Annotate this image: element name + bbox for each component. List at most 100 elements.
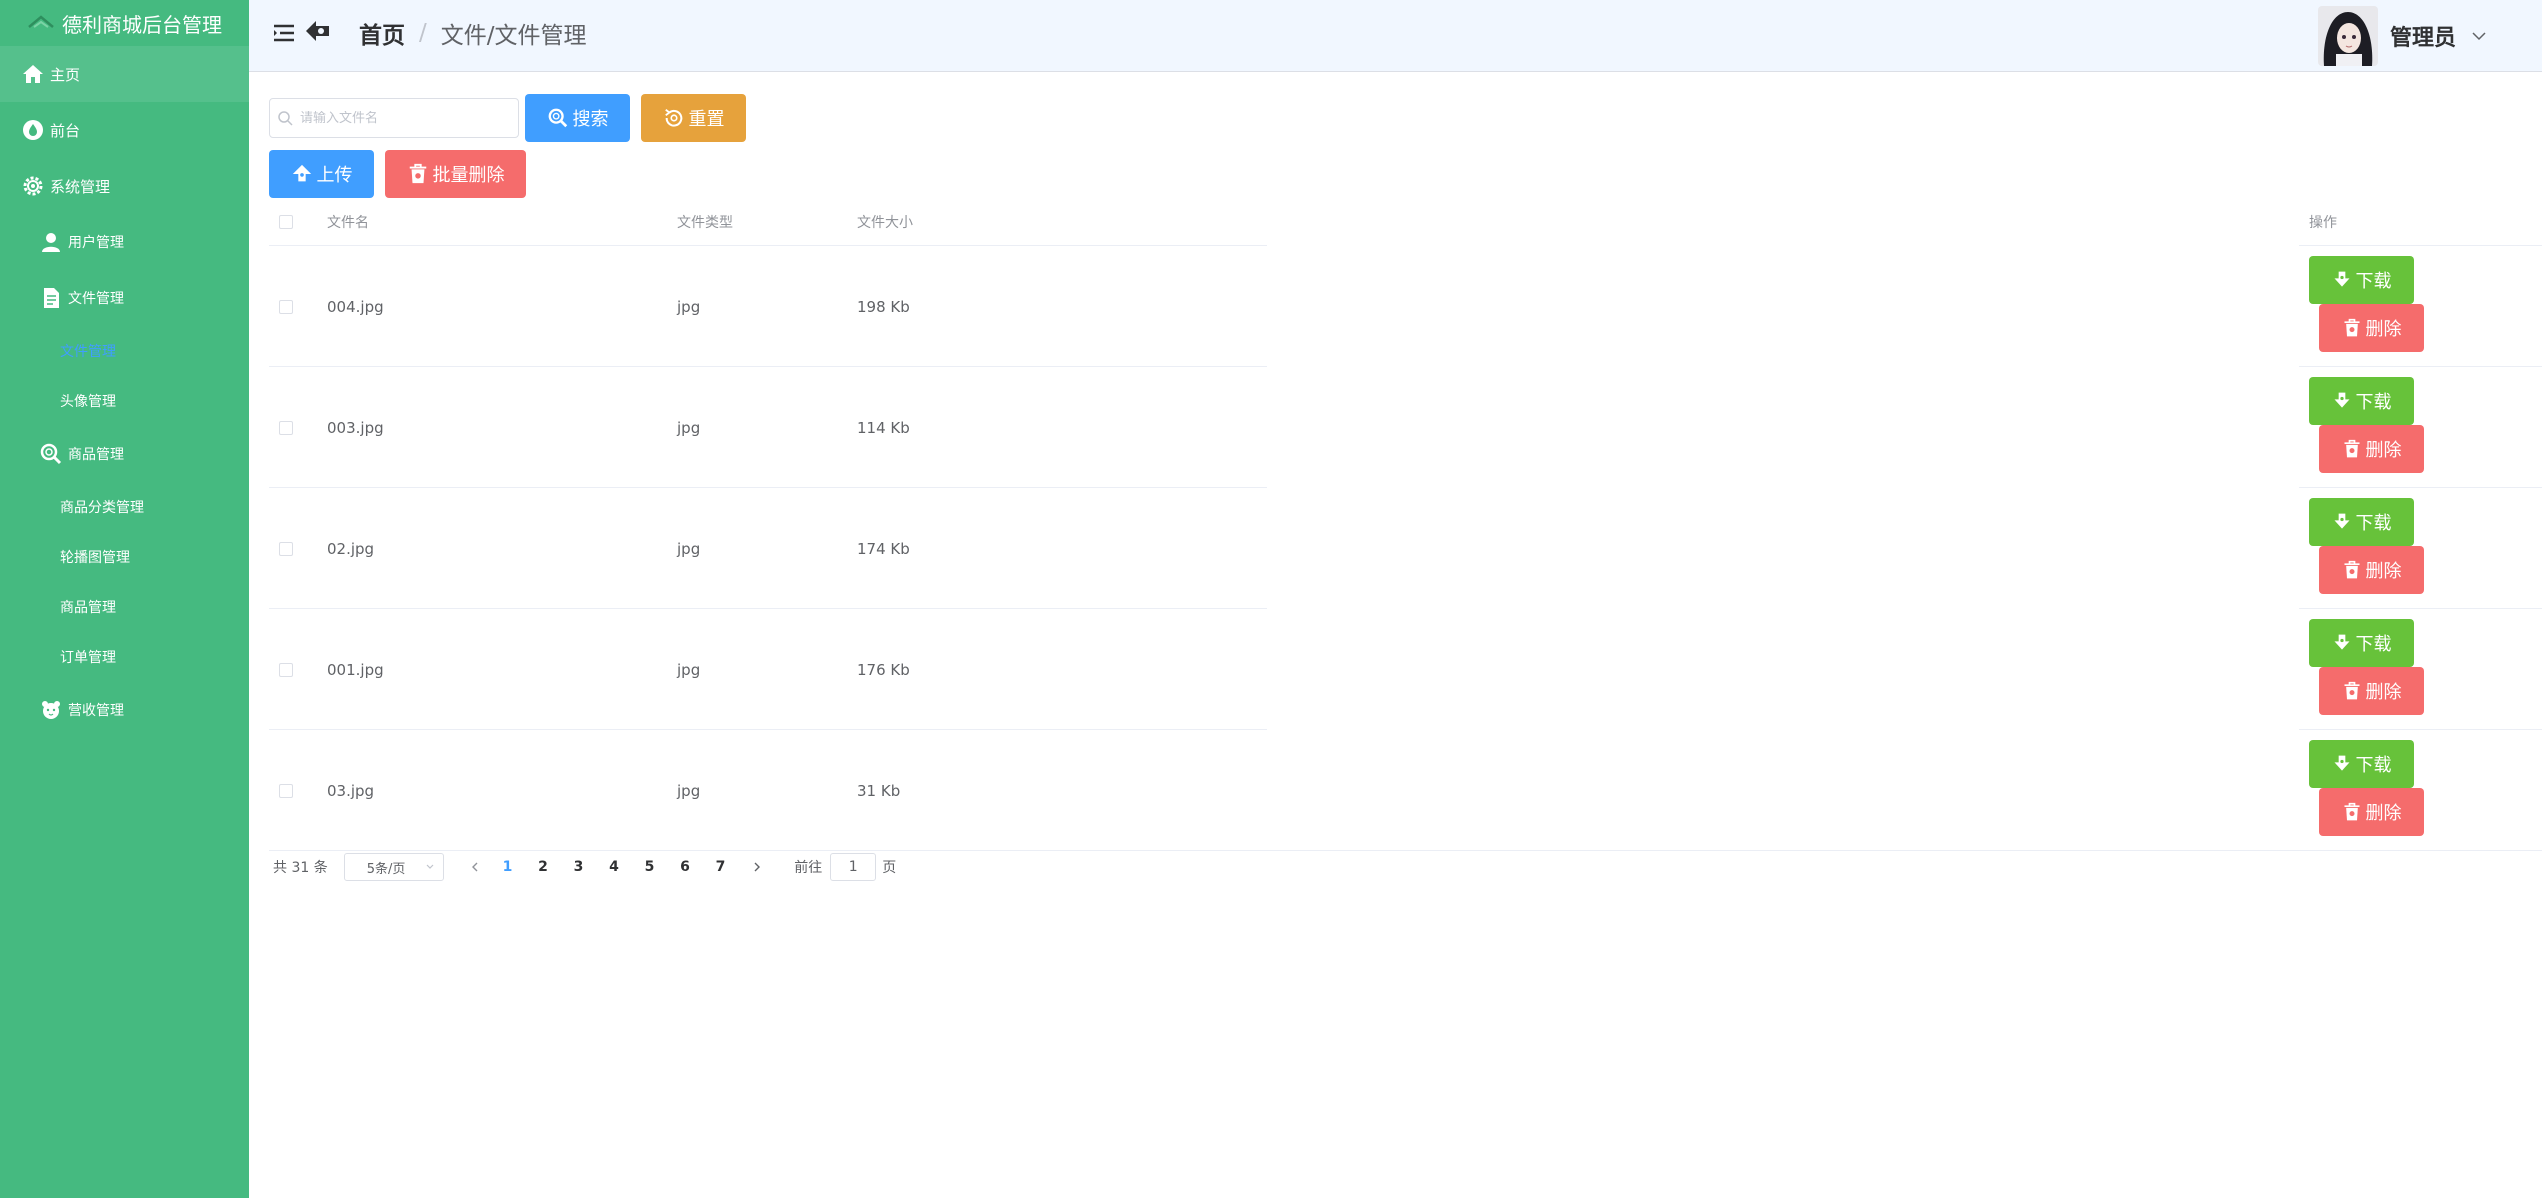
row-checkbox[interactable] bbox=[279, 662, 293, 677]
sidebar-item-avatar-management[interactable]: 头像管理 bbox=[0, 376, 249, 426]
file-size: 176 Kb bbox=[857, 660, 910, 679]
user-icon bbox=[38, 229, 64, 255]
column-header-type: 文件类型 bbox=[677, 215, 733, 231]
sidebar-item-files[interactable]: 文件管理 bbox=[0, 270, 249, 326]
page-6[interactable]: 6 bbox=[667, 859, 703, 875]
download-button[interactable]: 下载 bbox=[2309, 619, 2414, 667]
user-dropdown[interactable]: 管理员 bbox=[2302, 0, 2542, 72]
sidebar-item-goods[interactable]: 商品管理 bbox=[0, 426, 249, 482]
pagination: 共 31 条 5条/页 1 2 3 4 5 6 7 前往 1 页 bbox=[269, 852, 896, 882]
sidebar-item-label: 订单管理 bbox=[60, 650, 116, 666]
row-checkbox[interactable] bbox=[279, 299, 293, 314]
search-button[interactable]: 搜索 bbox=[525, 94, 630, 142]
page-4[interactable]: 4 bbox=[596, 859, 632, 875]
download-button[interactable]: 下载 bbox=[2309, 498, 2414, 546]
file-type: jpg bbox=[677, 781, 701, 800]
delete-button-label: 删除 bbox=[2365, 561, 2402, 582]
file-name: 003.jpg bbox=[327, 418, 384, 437]
select-all-checkbox[interactable] bbox=[279, 215, 293, 229]
sidebar-item-file-management[interactable]: 文件管理 bbox=[0, 326, 249, 376]
sidebar-item-revenue[interactable]: 营收管理 bbox=[0, 682, 249, 738]
row-checkbox[interactable] bbox=[279, 783, 293, 798]
chevron-left-icon bbox=[471, 862, 478, 872]
page-jump-input[interactable]: 1 bbox=[830, 853, 877, 881]
delete-button[interactable]: 删除 bbox=[2319, 788, 2424, 836]
row-checkbox[interactable] bbox=[279, 420, 293, 435]
reset-button[interactable]: 重置 bbox=[641, 94, 746, 142]
download-icon bbox=[2334, 513, 2349, 529]
download-button-label: 下载 bbox=[2355, 513, 2392, 534]
drop-icon bbox=[20, 117, 46, 143]
table-header: 文件名 文件类型 文件大小 操作 bbox=[269, 198, 2542, 246]
sidebar-item-home[interactable]: 主页 bbox=[0, 46, 249, 102]
sidebar-item-system[interactable]: 系统管理 bbox=[0, 158, 249, 214]
search-button-label: 搜索 bbox=[572, 109, 609, 129]
breadcrumb: 首页 / 文件/文件管理 bbox=[359, 16, 587, 50]
document-icon bbox=[38, 285, 64, 311]
table-row: 003.jpg jpg 114 Kb 下载 删除 bbox=[269, 367, 2542, 488]
sidebar-item-frontend[interactable]: 前台 bbox=[0, 102, 249, 158]
file-type: jpg bbox=[677, 418, 701, 437]
gear-icon bbox=[20, 173, 46, 199]
table-row: 03.jpg jpg 31 Kb 下载 删除 bbox=[269, 730, 2542, 851]
sidebar-item-goods-list[interactable]: 商品管理 bbox=[0, 582, 249, 632]
delete-button-label: 删除 bbox=[2365, 682, 2402, 703]
download-button[interactable]: 下载 bbox=[2309, 377, 2414, 425]
trash-icon bbox=[409, 163, 426, 184]
download-button-label: 下载 bbox=[2355, 392, 2392, 413]
search-text-field[interactable] bbox=[300, 110, 510, 126]
delete-button[interactable]: 删除 bbox=[2319, 667, 2424, 715]
page-7[interactable]: 7 bbox=[703, 859, 739, 875]
back-arrow-icon[interactable] bbox=[303, 16, 333, 46]
delete-button[interactable]: 删除 bbox=[2319, 546, 2424, 594]
sidebar-item-orders[interactable]: 订单管理 bbox=[0, 632, 249, 682]
sidebar-item-label: 用户管理 bbox=[68, 235, 124, 251]
sidebar-item-label: 前台 bbox=[50, 121, 81, 140]
sidebar-item-carousel[interactable]: 轮播图管理 bbox=[0, 532, 249, 582]
page-2[interactable]: 2 bbox=[525, 859, 561, 875]
avatar bbox=[2318, 6, 2378, 66]
trash-icon bbox=[2344, 802, 2359, 821]
prev-page-button[interactable] bbox=[460, 861, 490, 873]
file-type: jpg bbox=[677, 660, 701, 679]
goto-label: 前往 bbox=[794, 860, 823, 876]
delete-button[interactable]: 删除 bbox=[2319, 425, 2424, 473]
upload-button[interactable]: 上传 bbox=[269, 150, 374, 198]
page-3[interactable]: 3 bbox=[561, 859, 597, 875]
search-input[interactable] bbox=[269, 98, 519, 138]
page-size-select[interactable]: 5条/页 bbox=[343, 853, 444, 881]
sidebar-item-label: 系统管理 bbox=[50, 177, 111, 196]
download-button-label: 下载 bbox=[2355, 755, 2392, 776]
page-size-value: 5条/页 bbox=[366, 861, 406, 877]
batch-delete-button[interactable]: 批量删除 bbox=[385, 150, 526, 198]
chevron-right-icon bbox=[754, 862, 761, 872]
file-name: 004.jpg bbox=[327, 297, 384, 316]
column-header-size: 文件大小 bbox=[857, 215, 913, 231]
page-5[interactable]: 5 bbox=[632, 859, 668, 875]
sidebar-item-category[interactable]: 商品分类管理 bbox=[0, 482, 249, 532]
sidebar-item-label: 营收管理 bbox=[68, 703, 124, 719]
download-button-label: 下载 bbox=[2355, 634, 2392, 655]
row-checkbox[interactable] bbox=[279, 541, 293, 556]
page-1[interactable]: 1 bbox=[490, 859, 526, 875]
breadcrumb-separator: / bbox=[419, 20, 427, 46]
sidebar-item-label: 主页 bbox=[50, 65, 81, 84]
download-icon bbox=[2334, 755, 2349, 771]
download-button-label: 下载 bbox=[2355, 271, 2392, 292]
breadcrumb-home[interactable]: 首页 bbox=[359, 16, 405, 50]
download-button[interactable]: 下载 bbox=[2309, 256, 2414, 304]
download-button[interactable]: 下载 bbox=[2309, 740, 2414, 788]
trash-icon bbox=[2344, 439, 2359, 458]
search-icon bbox=[278, 111, 293, 126]
column-header-operation: 操作 bbox=[2309, 215, 2337, 231]
file-size: 174 Kb bbox=[857, 539, 910, 558]
sidebar-item-users[interactable]: 用户管理 bbox=[0, 214, 249, 270]
menu-collapse-icon[interactable] bbox=[271, 20, 297, 46]
download-icon bbox=[2334, 271, 2349, 287]
next-page-button[interactable] bbox=[742, 861, 772, 873]
main-content: 搜索 重置 上传 批量删除 bbox=[249, 72, 2542, 1198]
trash-icon bbox=[2344, 681, 2359, 700]
delete-button[interactable]: 删除 bbox=[2319, 304, 2424, 352]
logo-icon bbox=[28, 15, 54, 28]
sidebar-item-label: 轮播图管理 bbox=[60, 550, 130, 566]
